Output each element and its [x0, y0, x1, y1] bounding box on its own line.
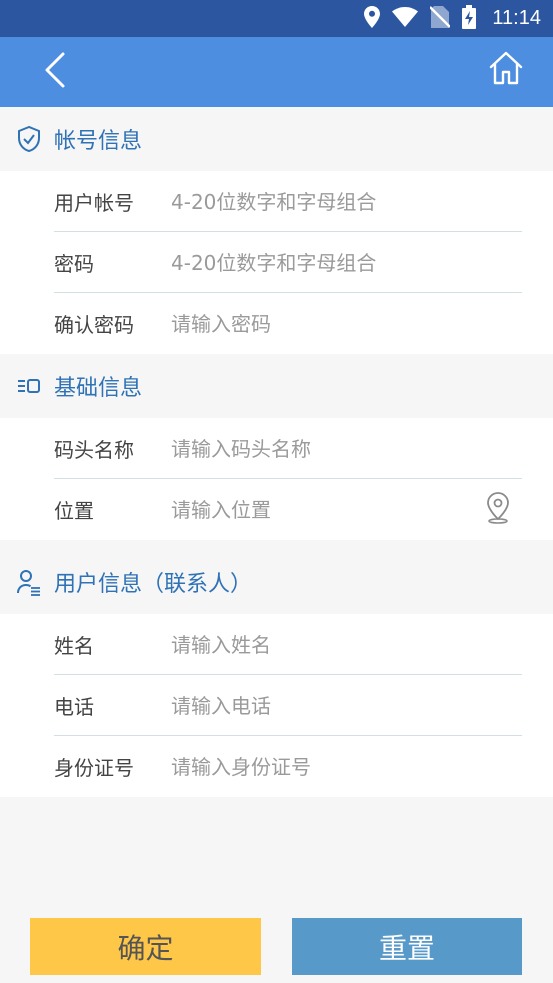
shield-check-icon [14, 124, 44, 154]
password-label: 密码 [54, 252, 94, 276]
location-row: 位置 [0, 479, 553, 540]
name-input[interactable] [171, 624, 471, 665]
section-account-header: 帐号信息 [0, 107, 553, 171]
name-label: 姓名 [54, 634, 94, 658]
location-input[interactable] [171, 489, 471, 530]
phone-label: 电话 [54, 695, 94, 719]
status-icons: 11:14 [364, 0, 541, 37]
id-number-label: 身份证号 [54, 756, 134, 780]
reset-button[interactable]: 重置 [292, 918, 522, 975]
account-fields: 用户帐号 密码 确认密码 [0, 171, 553, 354]
dock-name-label: 码头名称 [54, 438, 134, 462]
confirm-password-row: 确认密码 [0, 293, 553, 354]
username-row: 用户帐号 [0, 171, 553, 232]
section-user-header: 用户信息（联系人） [0, 550, 553, 614]
wifi-icon [392, 6, 419, 31]
section-basic-title: 基础信息 [54, 376, 143, 401]
password-input[interactable] [171, 242, 471, 283]
list-icon [14, 371, 44, 401]
status-bar: 11:14 [0, 0, 553, 37]
user-fields: 姓名 电话 身份证号 [0, 614, 553, 797]
dock-name-row: 码头名称 [0, 418, 553, 479]
section-user-title: 用户信息（联系人） [54, 572, 253, 597]
username-label: 用户帐号 [54, 191, 134, 215]
password-row: 密码 [0, 232, 553, 293]
home-icon [488, 50, 524, 90]
phone-row: 电话 [0, 675, 553, 736]
map-pin-icon [485, 492, 511, 528]
confirm-password-label: 确认密码 [54, 313, 134, 337]
section-basic-header: 基础信息 [0, 354, 553, 418]
location-label: 位置 [54, 499, 94, 523]
id-number-input[interactable] [171, 746, 471, 787]
username-input[interactable] [171, 181, 471, 222]
confirm-password-input[interactable] [171, 303, 471, 344]
location-icon [364, 5, 381, 32]
battery-charging-icon [462, 4, 477, 33]
user-list-icon [14, 567, 44, 597]
no-sim-icon [429, 5, 452, 32]
phone-input[interactable] [171, 685, 471, 726]
confirm-button[interactable]: 确定 [30, 918, 261, 975]
location-picker-button[interactable] [483, 492, 513, 528]
name-row: 姓名 [0, 614, 553, 675]
status-time: 11:14 [492, 7, 541, 29]
section-account-title: 帐号信息 [54, 129, 143, 154]
back-button[interactable] [30, 47, 80, 97]
app-toolbar [0, 37, 553, 107]
chevron-left-icon [43, 52, 67, 92]
home-button[interactable] [481, 45, 531, 95]
basic-fields: 码头名称 位置 [0, 418, 553, 540]
id-number-row: 身份证号 [0, 736, 553, 797]
dock-name-input[interactable] [171, 428, 471, 469]
